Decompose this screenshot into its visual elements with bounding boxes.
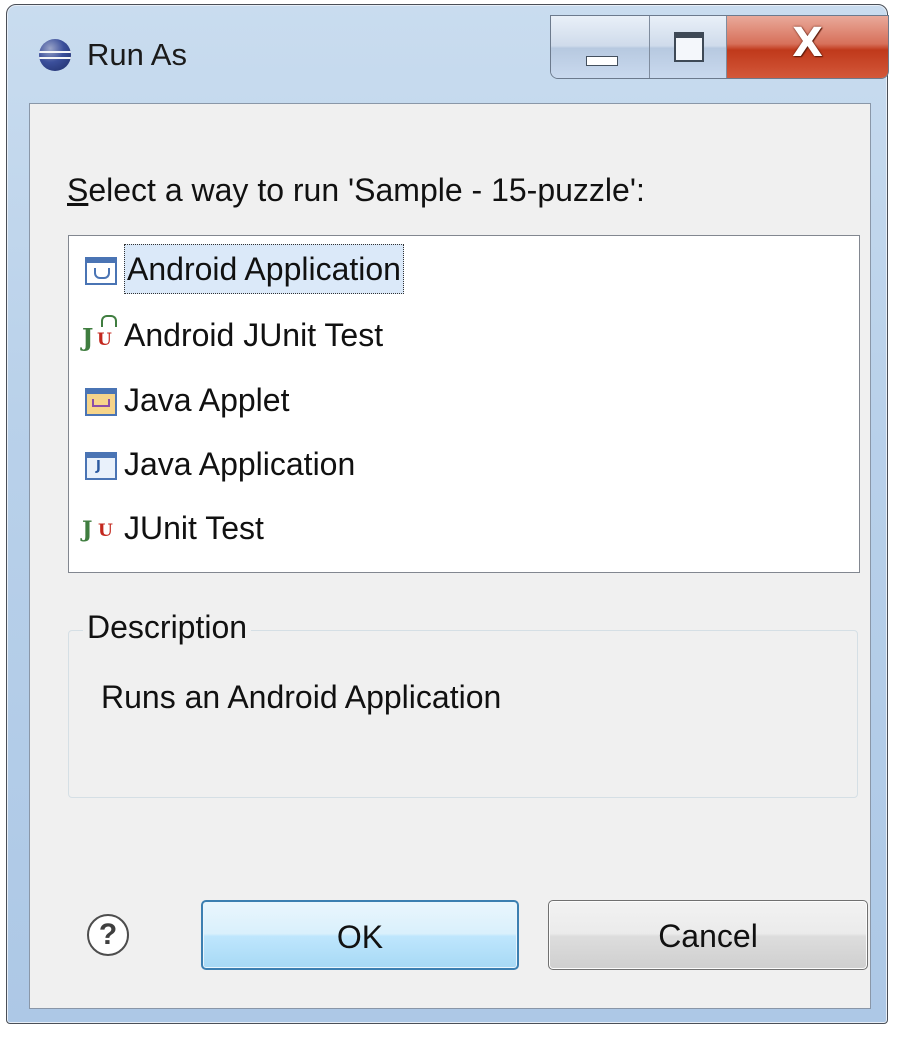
list-item-junit-test[interactable]: JU JUnit Test: [82, 499, 264, 557]
junit-icon: JU: [82, 517, 113, 543]
prompt-mnemonic: S: [67, 172, 89, 208]
caption-buttons: X: [550, 15, 889, 79]
ok-button[interactable]: OK: [201, 900, 519, 970]
cancel-button[interactable]: Cancel: [548, 900, 868, 970]
list-item-android-junit-test[interactable]: JU Android JUnit Test: [82, 306, 383, 364]
maximize-button[interactable]: [650, 16, 727, 78]
list-item-java-application[interactable]: Java Application: [82, 435, 355, 493]
list-item-label: Java Applet: [124, 381, 290, 418]
description-text: Runs an Android Application: [101, 679, 502, 715]
android-application-icon: [82, 249, 118, 289]
minimize-icon: [586, 56, 618, 66]
list-item-android-application[interactable]: Android Application: [82, 240, 404, 298]
prompt-text: elect a way to run 'Sample - 15-puzzle':: [88, 172, 645, 208]
close-icon: X: [792, 20, 823, 66]
prompt-label: Select a way to run 'Sample - 15-puzzle'…: [67, 172, 645, 209]
list-item-label: JUnit Test: [124, 509, 264, 546]
title-bar[interactable]: Run As X: [7, 5, 889, 99]
android-junit-icon: JU: [82, 315, 118, 355]
java-applet-icon: [82, 380, 118, 420]
eclipse-icon: [39, 39, 71, 71]
window-title: Run As: [87, 37, 187, 72]
list-item-label: Java Application: [124, 445, 356, 482]
help-icon[interactable]: ?: [87, 914, 129, 956]
run-as-dialog: Run As X Select a way to run 'Sample - 1…: [6, 4, 889, 1024]
list-item-label: Android Application: [124, 244, 404, 294]
description-legend: Description: [83, 609, 252, 646]
close-button[interactable]: X: [727, 16, 888, 78]
java-application-icon: [82, 444, 118, 484]
minimize-button[interactable]: [551, 16, 650, 78]
dialog-body: Select a way to run 'Sample - 15-puzzle'…: [29, 103, 871, 1009]
list-item-label: Android JUnit Test: [124, 316, 384, 353]
list-item-java-applet[interactable]: Java Applet: [82, 371, 289, 429]
description-group: Description Runs an Android Application: [68, 609, 858, 798]
maximize-icon: [674, 32, 704, 62]
launch-options-list[interactable]: Android Application JU Android JUnit Tes…: [68, 235, 860, 573]
